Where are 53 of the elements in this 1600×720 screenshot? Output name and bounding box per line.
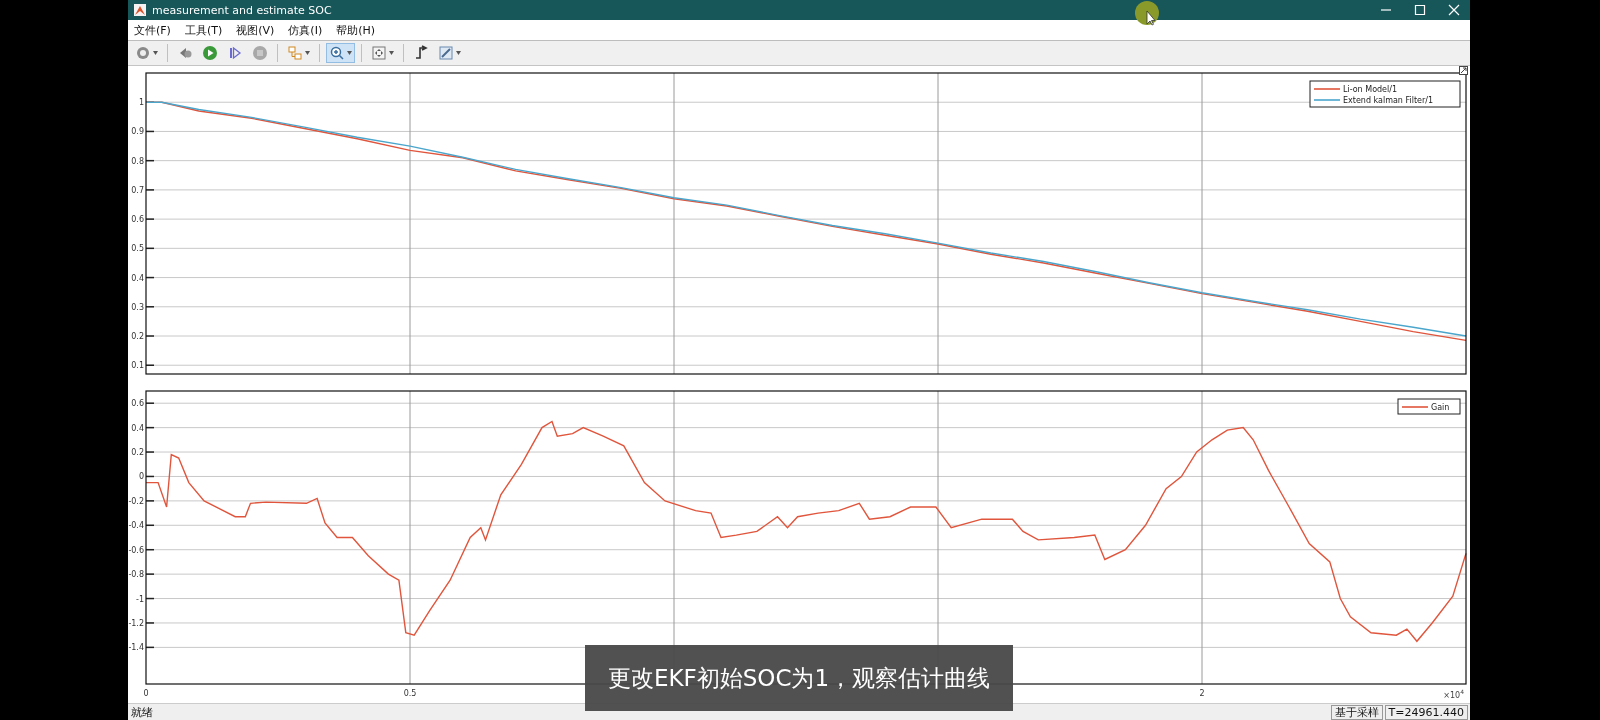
axis-tick-label: 0 xyxy=(138,472,144,482)
app-icon xyxy=(134,4,146,16)
axis-tick-label: -0.2 xyxy=(128,496,144,506)
axis-tick-label: 1 xyxy=(138,98,144,108)
undock-icon[interactable] xyxy=(1459,66,1468,75)
axis-tick-label: 0.4 xyxy=(131,273,144,283)
maximize-icon[interactable] xyxy=(1414,4,1426,16)
axis-tick-label: 0.6 xyxy=(131,215,144,225)
status-text: 就绪 xyxy=(131,705,153,719)
pen-icon xyxy=(438,45,454,61)
axis-tick-label: -1.2 xyxy=(128,618,144,628)
video-caption: 更改EKF初始SOC为1，观察估计曲线 xyxy=(585,645,1013,711)
axis-tick-label: 0.9 xyxy=(131,127,144,137)
axis-tick-label: -0.4 xyxy=(128,521,144,531)
menu-item[interactable]: 视图(V) xyxy=(236,22,275,38)
gear-icon xyxy=(135,45,151,61)
axis-tick-label: -0.6 xyxy=(128,545,144,555)
menu-item[interactable]: 帮助(H) xyxy=(336,22,376,38)
menu-item[interactable]: 仿真(I) xyxy=(288,22,323,38)
axis-tick-label: 0.1 xyxy=(131,361,144,371)
axis-tick-label: 0.5 xyxy=(131,244,144,254)
play-icon xyxy=(202,45,218,61)
fit-to-view-icon xyxy=(371,45,387,61)
legend-label: Li-on Model/1 xyxy=(1343,85,1398,94)
legend-label: Extend kalman Filter/1 xyxy=(1343,96,1434,105)
legend-label: Gain xyxy=(1431,403,1450,412)
simulation-time: T=24961.440 xyxy=(1384,704,1468,720)
zoom-in-icon xyxy=(329,45,345,61)
window-title: measurement and estimate SOC xyxy=(152,3,332,17)
axis-tick-label: 0.5 xyxy=(403,689,417,698)
axis-tick-label: -1.4 xyxy=(128,643,144,653)
axis-tick-label: 0.4 xyxy=(131,423,144,433)
axis-exponent-label: ×10$^{4}$ xyxy=(1443,688,1464,700)
axis-tick-label: 0.2 xyxy=(131,332,144,341)
menu-item[interactable]: 文件(F) xyxy=(134,22,171,38)
axis-tick-label: -0.8 xyxy=(128,570,144,580)
trigger-icon xyxy=(413,45,429,61)
sample-mode-label: 基于采样 xyxy=(1330,704,1383,720)
close-icon[interactable] xyxy=(1448,4,1460,16)
axis-tick-label: 0.7 xyxy=(131,185,144,195)
legend-box xyxy=(1397,398,1461,415)
axis-tick-label: 0.3 xyxy=(131,302,144,312)
zoom-button[interactable] xyxy=(326,43,355,63)
menu-item[interactable]: 工具(T) xyxy=(184,22,223,38)
axis-tick-label: 0.6 xyxy=(131,399,144,409)
axis-tick-label: 0.2 xyxy=(131,448,144,458)
axis-tick-label: 0 xyxy=(143,689,149,698)
axis-tick-label: -1 xyxy=(136,594,144,604)
connected-blocks-icon xyxy=(287,45,303,61)
axis-tick-label: 0.8 xyxy=(131,156,144,166)
stop-icon xyxy=(252,45,268,61)
axis-tick-label: 2 xyxy=(1199,689,1205,698)
step-forward-icon xyxy=(227,45,243,61)
